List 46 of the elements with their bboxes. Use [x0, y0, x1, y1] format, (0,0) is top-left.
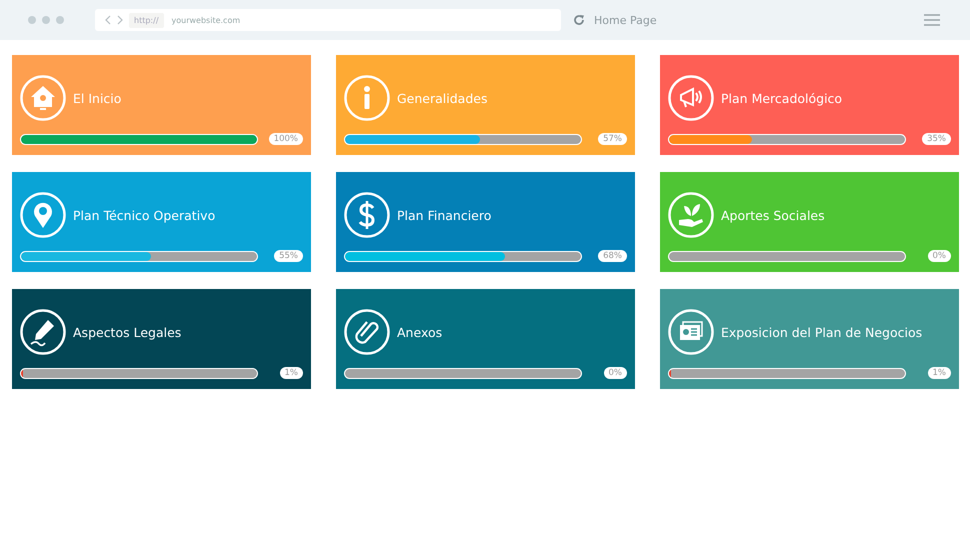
- module-card[interactable]: Plan Mercadológico 35%: [660, 55, 959, 155]
- module-card[interactable]: Exposicion del Plan de Negocios 1%: [660, 289, 959, 389]
- page-title: Home Page: [594, 14, 657, 26]
- module-card[interactable]: Aportes Sociales 0%: [660, 172, 959, 272]
- percent-label: 100%: [268, 133, 303, 145]
- percent-label: 1%: [280, 367, 303, 379]
- module-card[interactable]: Plan Financiero 68%: [336, 172, 635, 272]
- module-card[interactable]: El Inicio 100%: [12, 55, 311, 155]
- module-card[interactable]: Plan Técnico Operativo 55%: [12, 172, 311, 272]
- module-card[interactable]: Aspectos Legales 1%: [12, 289, 311, 389]
- percent-label: 68%: [598, 250, 627, 262]
- presentation-icon: [668, 309, 714, 355]
- module-title: Anexos: [397, 324, 442, 340]
- module-title: Aspectos Legales: [73, 324, 182, 340]
- protocol-label: http://: [129, 12, 164, 28]
- window-dot-icon: [42, 16, 50, 24]
- address-bar[interactable]: http:// yourwebsite.com: [95, 9, 561, 31]
- info-icon: [344, 75, 390, 121]
- url-text: yourwebsite.com: [172, 16, 240, 24]
- module-title: El Inicio: [73, 90, 122, 106]
- paperclip-icon: [344, 309, 390, 355]
- window-dot-icon: [56, 16, 64, 24]
- dollar-icon: [344, 192, 390, 238]
- module-card[interactable]: Anexos 0%: [336, 289, 635, 389]
- location-pin-icon: [20, 192, 66, 238]
- percent-label: 57%: [598, 133, 627, 145]
- menu-icon[interactable]: [924, 14, 940, 26]
- module-title: Generalidades: [397, 90, 488, 106]
- percent-label: 55%: [274, 250, 303, 262]
- module-title: Exposicion del Plan de Negocios: [721, 324, 922, 340]
- module-card[interactable]: Generalidades 57%: [336, 55, 635, 155]
- percent-label: 1%: [928, 367, 951, 379]
- module-title: Plan Técnico Operativo: [73, 208, 216, 222]
- module-title: Plan Financiero: [397, 208, 492, 222]
- window-dot-icon: [28, 16, 36, 24]
- megaphone-icon: [668, 75, 714, 121]
- plant-hand-icon: [668, 192, 714, 238]
- module-title: Plan Mercadológico: [721, 90, 842, 106]
- percent-label: 35%: [922, 133, 951, 145]
- back-forward-icon[interactable]: [105, 15, 123, 25]
- percent-label: 0%: [928, 250, 951, 262]
- house-icon: [20, 75, 66, 121]
- pen-icon: [20, 309, 66, 355]
- module-title: Aportes Sociales: [721, 208, 825, 222]
- reload-icon[interactable]: [573, 14, 585, 26]
- percent-label: 0%: [604, 367, 627, 379]
